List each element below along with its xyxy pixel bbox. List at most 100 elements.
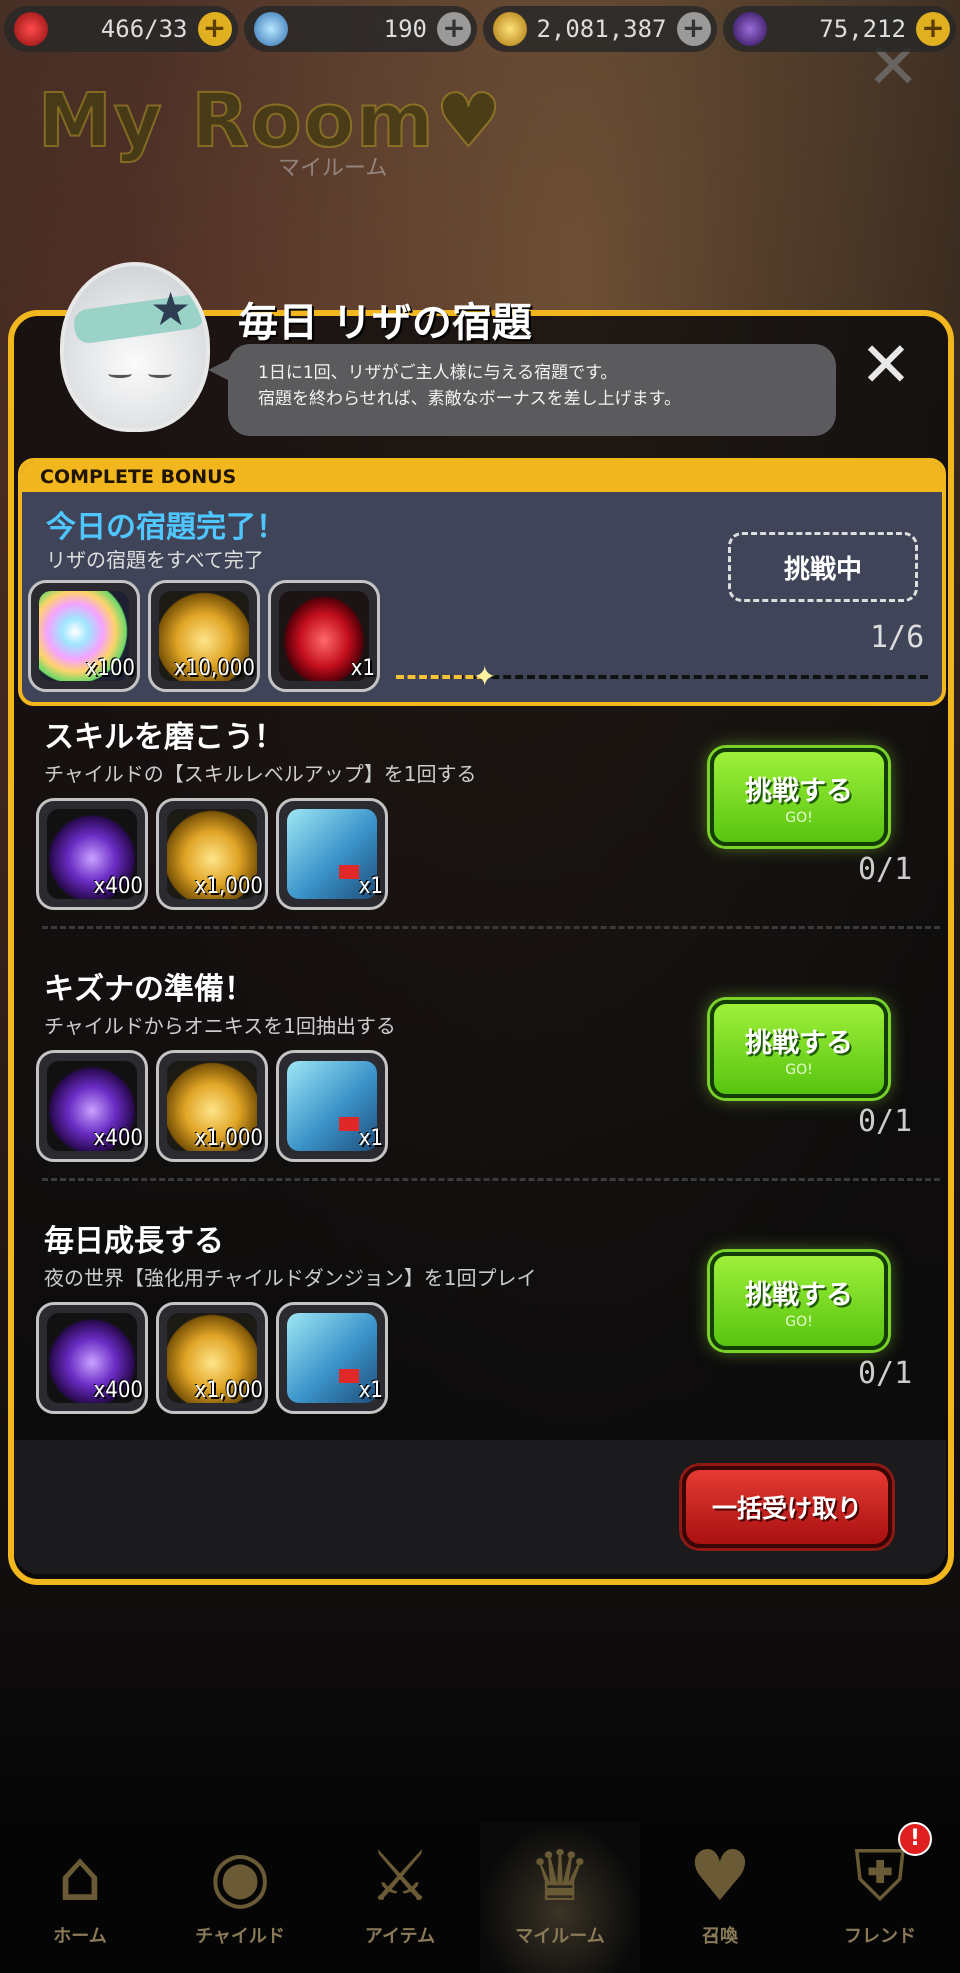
complete-bonus-title: 今日の宿題完了！ (46, 510, 286, 545)
task-rewards: x400 x1,000 x1 (36, 798, 388, 910)
challenge-button[interactable]: 挑戦する GO! (710, 1000, 888, 1098)
reward-qty: x1,000 (194, 1378, 263, 1403)
resource-value: 466/33 (100, 15, 188, 43)
reward-qty: x1 (358, 1378, 383, 1403)
room-subtitle: マイルーム (278, 156, 388, 181)
complete-bonus-description: リザの宿題をすべて完了 (46, 548, 264, 572)
nav-friend[interactable]: ⛨ フレンド ! (800, 1822, 960, 1973)
task-progress: 0/1 (858, 852, 913, 887)
nav-label: ホーム (53, 1926, 107, 1947)
speech-bubble: 1日に1回、リザがご主人様に与える宿題です。 宿題を終わらせれば、素敵なボーナス… (228, 344, 836, 436)
task-title: キズナの準備！ (44, 972, 254, 1007)
eye-left (108, 370, 132, 378)
bottom-nav: ⌂ ホーム ◉ チャイルド ⚔ アイテム ♛ マイルーム ♥ 召喚 ⛨ フレンド… (0, 1822, 960, 1973)
add-stamina-button[interactable]: + (197, 12, 232, 46)
nav-label: アイテム (364, 1926, 436, 1947)
task-title: 毎日成長する (44, 1224, 224, 1259)
house-icon: ⌂ (57, 1835, 103, 1917)
reward-tile: x1,000 (156, 798, 268, 910)
potion-heart-icon: ♥ (688, 1835, 752, 1917)
panel-title: 毎日 リザの宿題 (238, 300, 532, 346)
nav-label: 召喚 (702, 1926, 738, 1947)
resource-crystal: 190 + (243, 6, 477, 52)
task-rewards: x400 x1,000 x1 (36, 1302, 388, 1414)
reward-qty: x1 (358, 1126, 383, 1151)
complete-bonus-rewards: x100 x10,000 x1 (28, 580, 380, 692)
resource-value: 75,212 (819, 15, 906, 43)
reward-tile: x1 (276, 1302, 388, 1414)
challenge-button-sublabel: GO! (785, 1061, 813, 1078)
task-item: 毎日成長する 夜の世界【強化用チャイルドダンジョン】を1回プレイ x400 x1… (30, 1216, 930, 1456)
task-progress: 0/1 (858, 1356, 913, 1391)
heart-icon (14, 12, 48, 46)
crystal-pile-icon (253, 12, 288, 46)
reward-qty: x400 (93, 874, 143, 899)
task-item: スキルを磨こう！ チャイルドの【スキルレベルアップ】を1回する x400 x1,… (30, 712, 940, 952)
challenge-button-label: 挑戦する (745, 1027, 853, 1059)
nav-label: マイルーム (515, 1926, 605, 1947)
reward-tile: x100 (28, 580, 140, 692)
resource-value: 190 (383, 15, 427, 43)
star-icon: ★ (150, 282, 192, 336)
close-icon[interactable]: ✕ (860, 334, 912, 396)
crown-icon: ♛ (528, 1835, 592, 1917)
complete-bonus-tag: COMPLETE BONUS (22, 462, 942, 492)
card-chip (339, 1117, 359, 1131)
in-progress-button[interactable]: 挑戦中 (728, 532, 918, 602)
sparkle-icon: ✦ (473, 660, 497, 693)
resource-gold: 2,081,387 + (483, 6, 717, 52)
nav-home[interactable]: ⌂ ホーム (0, 1822, 160, 1973)
nav-child[interactable]: ◉ チャイルド (160, 1822, 320, 1973)
reward-tile: x1 (276, 798, 388, 910)
reward-qty: x400 (93, 1126, 143, 1151)
claim-all-button[interactable]: 一括受け取り (682, 1466, 892, 1548)
add-gold-button[interactable]: + (676, 12, 711, 46)
bubble-line: 1日に1回、リザがご主人様に与える宿題です。 (258, 363, 618, 383)
reward-tile: x10,000 (148, 580, 260, 692)
nav-item[interactable]: ⚔ アイテム (320, 1822, 480, 1973)
resource-value: 2,081,387 (536, 15, 667, 43)
task-progress: 0/1 (858, 1104, 913, 1139)
challenge-button[interactable]: 挑戦する GO! (710, 1252, 888, 1350)
resource-onyx: 75,212 + (722, 6, 956, 52)
dark-heart-gem-icon (732, 12, 767, 46)
reward-tile: x400 (36, 1302, 148, 1414)
reward-tile: x1 (276, 1050, 388, 1162)
reward-qty: x1,000 (194, 1126, 263, 1151)
add-onyx-button[interactable]: + (916, 12, 950, 46)
reward-tile: x400 (36, 1050, 148, 1162)
reward-qty: x1,000 (194, 874, 263, 899)
task-title: スキルを磨こう！ (44, 720, 284, 755)
reward-tile: x1,000 (156, 1050, 268, 1162)
task-description: チャイルドからオニキスを1回抽出する (44, 1014, 396, 1038)
eye-right (148, 370, 172, 378)
nav-summon[interactable]: ♥ 召喚 (640, 1822, 800, 1973)
add-crystal-button[interactable]: + (437, 12, 471, 46)
challenge-button-label: 挑戦する (745, 775, 853, 807)
reward-qty: x100 (85, 656, 135, 681)
divider (42, 1178, 940, 1181)
gold-coin-icon (493, 12, 527, 46)
resource-stamina: 466/33 + (4, 6, 238, 52)
nav-my-room[interactable]: ♛ マイルーム (480, 1822, 640, 1973)
card-chip (339, 865, 359, 879)
flame-eye-icon: ◉ (209, 1835, 271, 1917)
reward-qty: x10,000 (174, 656, 255, 681)
reward-tile: x400 (36, 798, 148, 910)
progress-fill (396, 675, 485, 679)
challenge-button-label: 挑戦する (745, 1279, 853, 1311)
room-title: My Room♥ (37, 77, 504, 165)
task-rewards: x400 x1,000 x1 (36, 1050, 388, 1162)
complete-bonus-tag-label: COMPLETE BONUS (40, 466, 237, 488)
resource-bar: 466/33 + 190 + 2,081,387 + 75,212 + (0, 6, 960, 58)
challenge-button[interactable]: 挑戦する GO! (710, 748, 888, 846)
reward-tile: x1 (268, 580, 380, 692)
bubble-line: 宿題を終わらせれば、素敵なボーナスを差し上げます。 (258, 389, 681, 409)
task-item: キズナの準備！ チャイルドからオニキスを1回抽出する x400 x1,000 x… (30, 964, 940, 1204)
alert-badge: ! (898, 1822, 932, 1856)
reward-qty: x1 (350, 656, 375, 681)
complete-bonus-progress: 1/6 (870, 620, 925, 655)
complete-bonus-card: COMPLETE BONUS 今日の宿題完了！ リザの宿題をすべて完了 x100… (18, 458, 946, 706)
sword-shield-icon: ⚔ (368, 1835, 432, 1917)
reward-tile: x1,000 (156, 1302, 268, 1414)
